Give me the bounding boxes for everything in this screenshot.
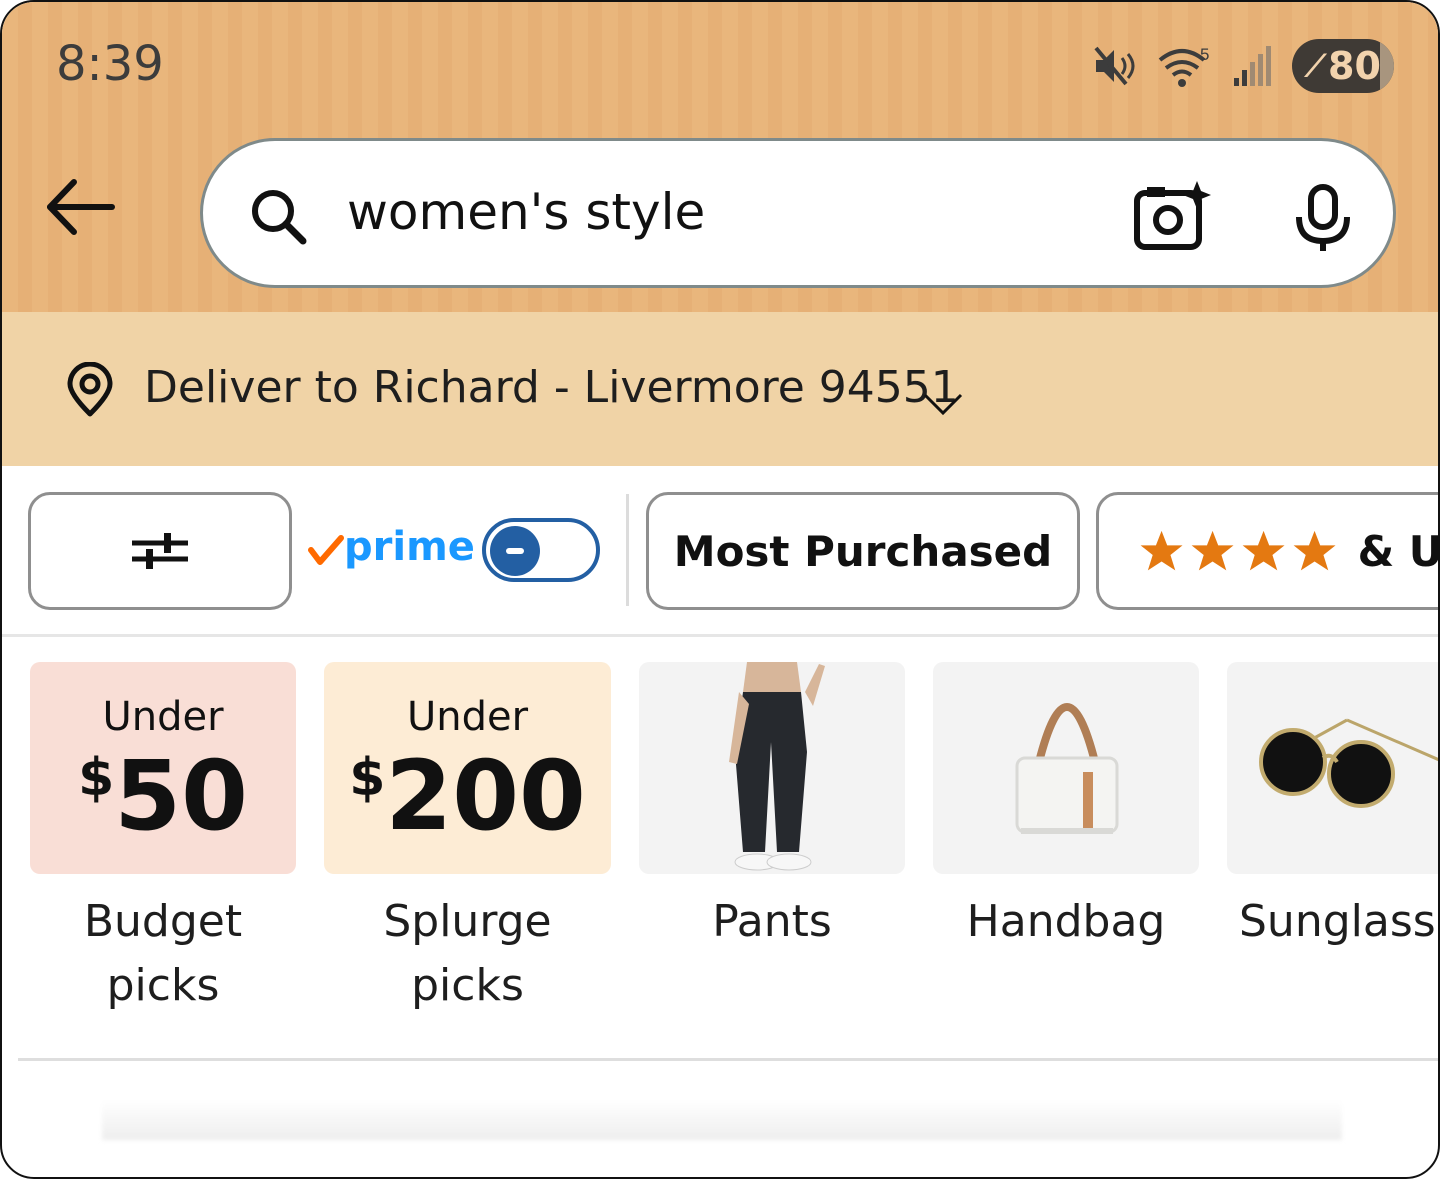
battery-level: 80 — [1328, 44, 1381, 88]
toggle-knob — [490, 526, 540, 576]
camera-icon[interactable] — [1133, 179, 1213, 253]
category-label[interactable]: Pants — [639, 890, 905, 954]
search-input[interactable]: women's style — [347, 183, 705, 241]
sliders-icon — [132, 533, 188, 569]
star-icon — [1140, 530, 1183, 571]
battery-saver-icon: ⟋ — [1305, 48, 1327, 84]
star-icon — [1191, 530, 1234, 571]
mute-icon — [1094, 46, 1135, 86]
category-label[interactable]: Sunglasses — [1227, 890, 1438, 954]
content-shadow — [102, 1100, 1342, 1140]
search-bar[interactable]: women's style — [200, 138, 1396, 288]
handbag-tile[interactable] — [933, 662, 1199, 874]
price-amount: $200 — [349, 740, 586, 852]
battery-indicator: ⟋ 80 — [1292, 39, 1394, 93]
phone-screen: 8:39 5 ⟋ 80 women's style Deliver to Ric… — [0, 0, 1440, 1179]
signal-icon — [1234, 46, 1271, 86]
status-time: 8:39 — [56, 36, 164, 92]
under-label: Under — [406, 694, 529, 740]
filter-separator — [626, 494, 629, 606]
category-label[interactable]: Handbag — [933, 890, 1199, 954]
delivery-address[interactable]: Deliver to Richard - Livermore 94551 — [144, 362, 959, 413]
prime-label[interactable]: prime — [344, 524, 475, 570]
splurge-picks-tile[interactable]: Under $200 — [324, 662, 611, 874]
star-icon — [1242, 530, 1285, 571]
budget-picks-tile[interactable]: Under $50 — [30, 662, 296, 874]
rating-suffix: & Up — [1357, 526, 1440, 576]
category-carousel: Under $50 Budget picks Under $200 Splurge… — [2, 634, 1438, 1060]
prime-check-icon — [308, 535, 344, 565]
star-icon — [1294, 530, 1336, 571]
handbag-image — [1015, 703, 1119, 834]
chevron-down-icon[interactable] — [922, 392, 964, 416]
wifi-badge: 5 — [1200, 45, 1209, 64]
category-label[interactable]: Splurge picks — [324, 890, 611, 1018]
back-arrow-icon[interactable] — [42, 174, 120, 240]
filters-button[interactable] — [28, 492, 292, 610]
filter-bar: prime Most Purchased & Up — [2, 466, 1438, 637]
prime-toggle[interactable] — [482, 518, 600, 582]
pants-tile[interactable] — [639, 662, 905, 874]
pants-image — [729, 662, 825, 871]
microphone-icon[interactable] — [1291, 183, 1355, 253]
search-icon[interactable] — [247, 185, 311, 249]
section-divider — [18, 1058, 1438, 1061]
delivery-bar[interactable]: Deliver to Richard - Livermore 94551 — [2, 312, 1438, 466]
header: 8:39 5 ⟋ 80 women's style — [2, 2, 1438, 312]
rating-filter[interactable]: & Up — [1096, 492, 1440, 610]
status-icons: 5 ⟋ 80 — [1092, 38, 1394, 94]
location-pin-icon — [67, 362, 113, 417]
price-amount: $50 — [78, 740, 248, 852]
under-label: Under — [102, 694, 224, 740]
sunglasses-image — [1259, 718, 1438, 808]
sunglasses-tile[interactable] — [1227, 662, 1438, 874]
most-purchased-filter[interactable]: Most Purchased — [646, 492, 1080, 610]
category-label[interactable]: Budget picks — [30, 890, 296, 1018]
wifi-icon: 5 — [1158, 45, 1209, 87]
